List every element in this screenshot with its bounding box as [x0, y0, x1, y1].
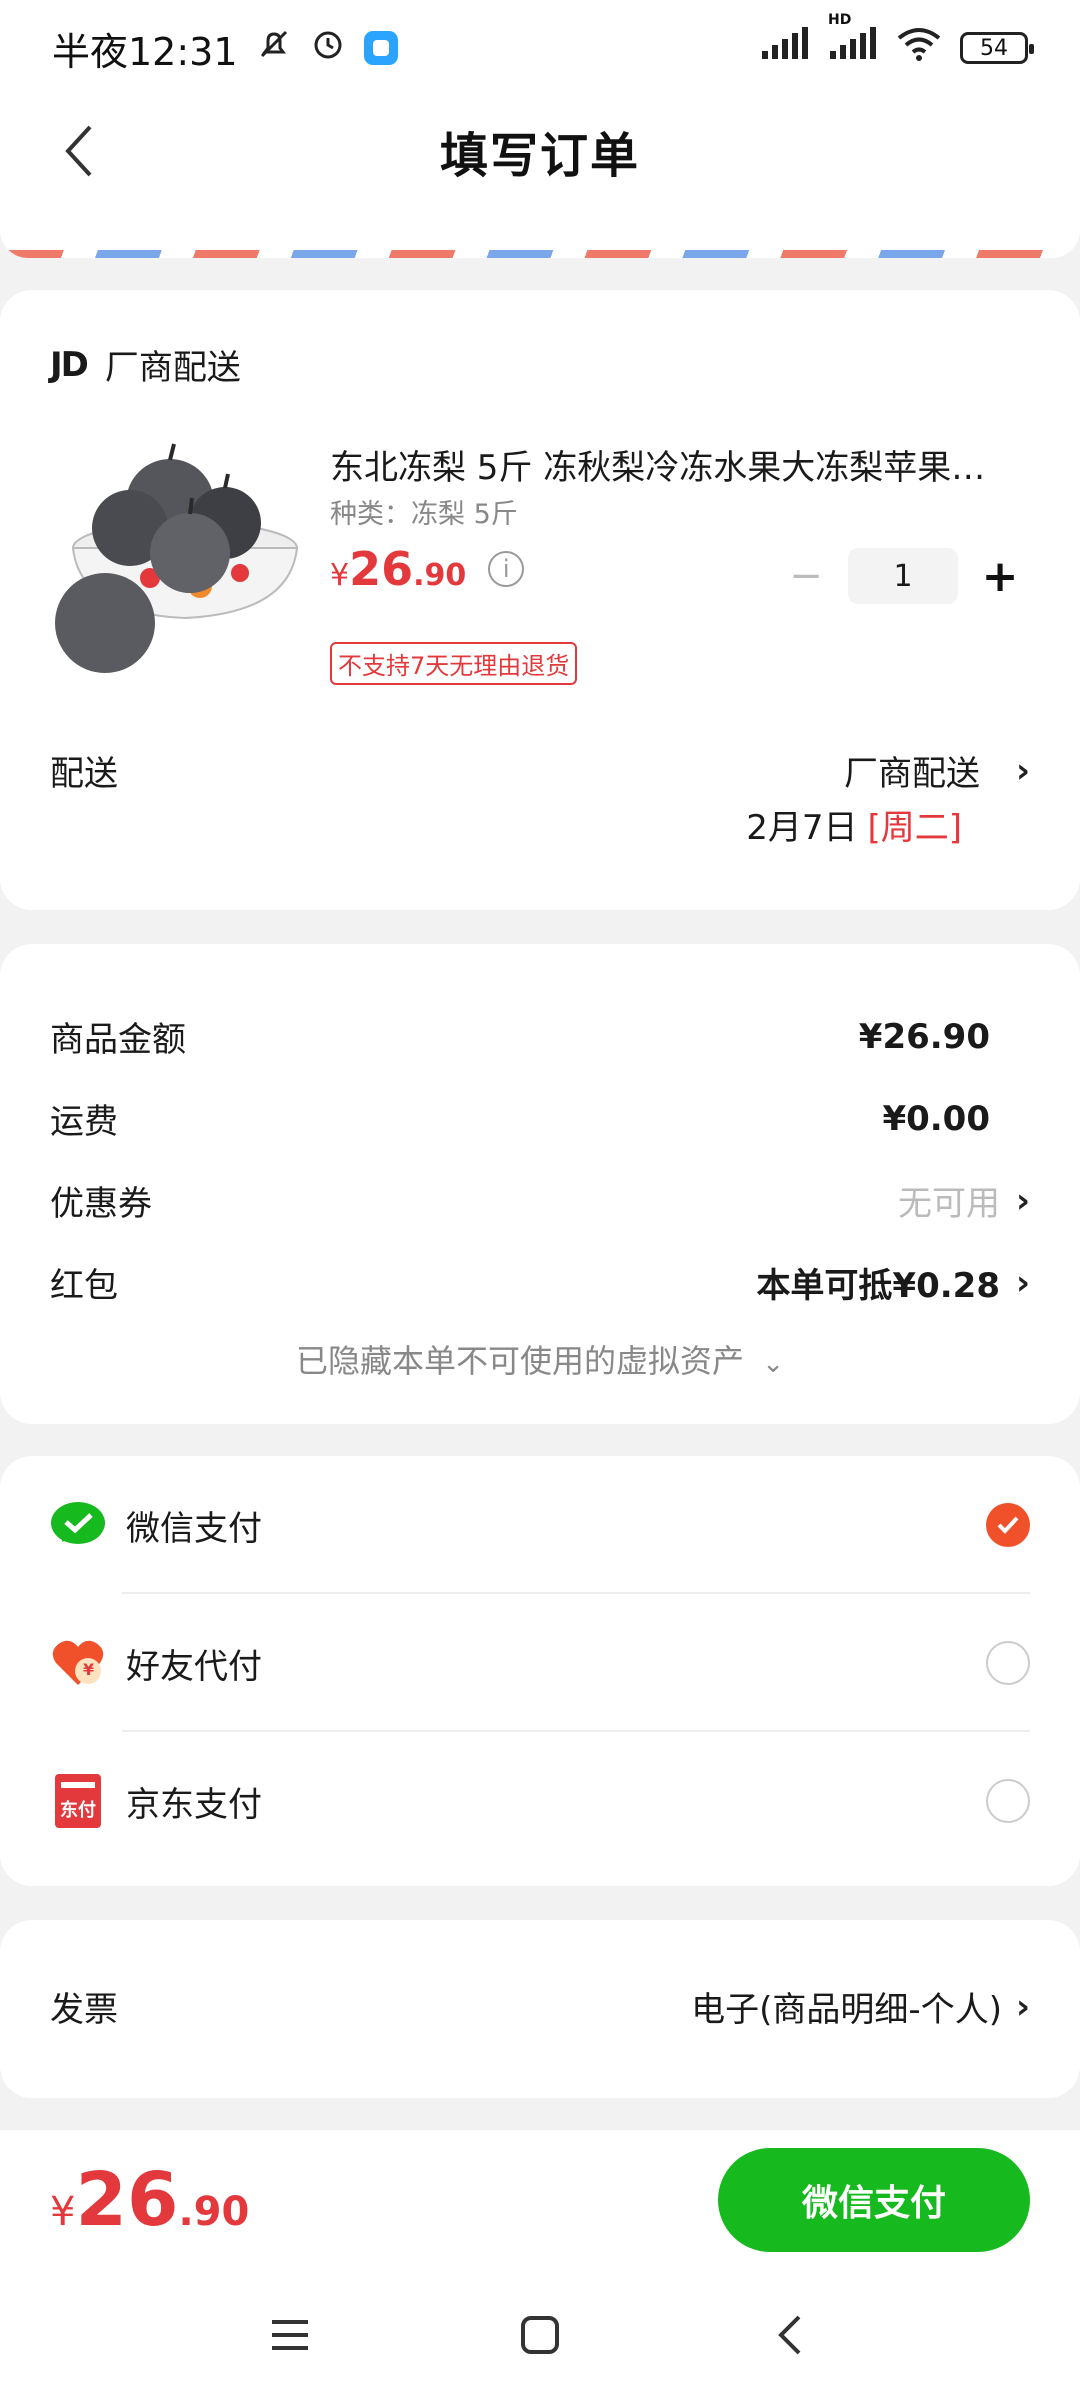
invoice-value: 电子(商品明细-个人) [691, 1990, 1002, 2030]
invoice-label: 发票 [50, 1990, 118, 2030]
nav-header: 填写订单 [0, 96, 1080, 206]
chevron-right-icon: › [1015, 1180, 1030, 1221]
summary-label: 商品金额 [50, 1020, 186, 1060]
submit-pay-button[interactable]: 微信支付 [718, 2148, 1030, 2252]
friend-pay-icon: ¥ [50, 1635, 106, 1691]
chevron-right-icon: › [1015, 1986, 1030, 2027]
system-nav-bar [0, 2270, 1080, 2400]
payment-option-jd[interactable]: 东付 京东支付 [50, 1732, 1030, 1870]
delivery-date-row: 2月7日 [周二] [746, 800, 962, 849]
envelope-stripe [0, 250, 1080, 258]
status-time: 半夜12:31 [52, 29, 238, 74]
invoice-row[interactable]: 发票 电子(商品明细-个人) › [50, 1982, 1030, 2031]
chevron-right-icon: › [1015, 750, 1030, 791]
hidden-assets-label: 已隐藏本单不可使用的虚拟资产 [296, 1342, 745, 1380]
jd-pay-icon-text: 东付 [60, 1800, 96, 1821]
delivery-weekday: [周二] [867, 808, 962, 848]
divider [122, 1456, 1030, 1594]
vendor-name: 厂商配送 [104, 348, 241, 388]
chevron-down-icon: ⌄ [762, 1349, 784, 1379]
wifi-icon [896, 26, 942, 71]
total-price: ¥ 26 .90 [50, 2157, 249, 2243]
decrease-button[interactable]: − [776, 553, 836, 599]
delivery-method-row[interactable]: 厂商配送 › [844, 746, 1030, 795]
summary-value: 无可用 [897, 1184, 1000, 1224]
signal-hd-icon: HD [828, 12, 878, 70]
delivery-label: 配送 [50, 754, 118, 794]
back-nav-icon[interactable] [760, 2305, 820, 2365]
summary-value: 本单可抵¥0.28 [756, 1266, 1000, 1306]
quantity-stepper: − 1 + [776, 548, 1030, 604]
summary-value: ¥26.90 [858, 1016, 990, 1057]
checkout-bar: ¥ 26 .90 微信支付 [0, 2130, 1080, 2270]
battery-icon: 54 [960, 32, 1034, 64]
invoice-card: 发票 电子(商品明细-个人) › [0, 1920, 1080, 2098]
network-label: HD [828, 12, 852, 28]
bell-muted-icon [256, 26, 292, 71]
wechat-pay-icon [50, 1497, 106, 1553]
quantity-input[interactable]: 1 [848, 548, 958, 604]
menu-icon[interactable] [260, 2305, 320, 2365]
battery-level: 54 [980, 35, 1008, 61]
address-card-edge[interactable] [0, 206, 1080, 258]
info-icon[interactable]: i [488, 551, 525, 587]
delivery-date: 2月7日 [746, 808, 858, 848]
jd-pay-icon: 东付 [50, 1773, 106, 1829]
price-symbol: ¥ [330, 558, 350, 593]
price-integer: 26 [349, 542, 414, 596]
price-decimal: .90 [413, 558, 467, 593]
jd-pay-icon-stripe [61, 1782, 95, 1788]
product-card: JD 厂商配送 东北冻梨 5斤 冻秋梨冷冻水果大冻梨苹果… 种类：冻梨 5斤 ¥… [0, 290, 1080, 910]
payment-card: 微信支付 ¥ 好友代付 东付 京东支付 [0, 1456, 1080, 1886]
alarm-icon [310, 26, 346, 71]
chevron-left-icon [65, 125, 92, 177]
delivery-method: 厂商配送 [843, 754, 980, 794]
divider [122, 1594, 1030, 1732]
summary-value: ¥0.00 [882, 1098, 990, 1139]
product-image[interactable] [50, 428, 300, 678]
chevron-right-icon: › [1015, 1262, 1030, 1303]
vendor-row: JD 厂商配送 [50, 340, 241, 389]
summary-label: 运费 [50, 1102, 118, 1142]
total-decimal: .90 [178, 2189, 250, 2235]
summary-label: 优惠券 [50, 1184, 152, 1224]
radio-unselected[interactable] [986, 1779, 1030, 1823]
friend-pay-icon-text: ¥ [83, 1660, 95, 1679]
summary-label: 红包 [50, 1266, 118, 1306]
back-button[interactable] [48, 116, 108, 186]
summary-row-redpacket[interactable]: 红包 本单可抵¥0.28 › [50, 1258, 1030, 1307]
product-name[interactable]: 东北冻梨 5斤 冻秋梨冷冻水果大冻梨苹果… [330, 440, 1030, 489]
summary-row-goods: 商品金额 ¥26.90 [50, 1012, 1030, 1061]
summary-row-coupon[interactable]: 优惠券 无可用 › [50, 1176, 1030, 1225]
jd-logo: JD [50, 344, 89, 385]
increase-button[interactable]: + [970, 551, 1030, 602]
product-spec: 种类：冻梨 5斤 [330, 499, 518, 530]
app-notification-icon [363, 31, 398, 65]
no-return-tag: 不支持7天无理由退货 [330, 642, 578, 685]
hidden-assets-toggle[interactable]: 已隐藏本单不可使用的虚拟资产 ⌄ [0, 1336, 1080, 1382]
payment-label: 京东支付 [126, 1784, 262, 1825]
signal-icon [760, 26, 810, 70]
order-summary-card: 商品金额 ¥26.90 运费 ¥0.00 优惠券 无可用 › 红包 本单可抵¥0… [0, 944, 1080, 1424]
total-symbol: ¥ [50, 2189, 76, 2235]
home-icon[interactable] [510, 2305, 570, 2365]
status-bar: 半夜12:31 HD 54 [0, 0, 1080, 96]
product-price: ¥ 26 .90 i [330, 542, 525, 596]
page-title: 填写订单 [439, 128, 640, 184]
total-integer: 26 [75, 2157, 179, 2243]
summary-row-shipping: 运费 ¥0.00 [50, 1094, 1030, 1143]
